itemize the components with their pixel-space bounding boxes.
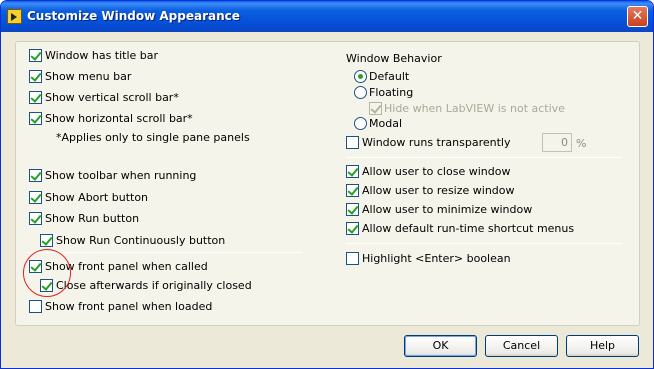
help-button[interactable]: Help — [566, 335, 639, 357]
right-separator-bottom — [346, 243, 622, 244]
close-button[interactable]: ✕ — [627, 6, 648, 27]
right-separator-top — [346, 157, 622, 158]
show-abort-label: Show Abort button — [45, 191, 149, 204]
show-toolbar-label: Show toolbar when running — [45, 169, 197, 182]
window-transparent-checkbox[interactable] — [346, 136, 359, 149]
show-vertical-scroll-label: Show vertical scroll bar* — [45, 91, 179, 104]
show-toolbar-checkbox[interactable] — [29, 169, 42, 182]
dialog-title: Customize Window Appearance — [27, 9, 240, 23]
annotation-circle — [23, 249, 71, 297]
show-front-panel-loaded-label: Show front panel when loaded — [45, 300, 213, 313]
default-radio[interactable] — [354, 70, 367, 83]
close-afterwards-label: Close afterwards if originally closed — [56, 279, 252, 292]
show-menu-bar-checkbox[interactable] — [29, 70, 42, 83]
show-run-checkbox[interactable] — [29, 212, 42, 225]
modal-label: Modal — [369, 117, 402, 130]
show-menu-bar-label: Show menu bar — [45, 70, 132, 83]
floating-label: Floating — [369, 86, 414, 99]
allow-minimize-checkbox[interactable] — [346, 203, 359, 216]
highlight-enter-checkbox[interactable] — [346, 252, 359, 265]
show-run-continuously-label: Show Run Continuously button — [56, 234, 226, 247]
allow-resize-label: Allow user to resize window — [362, 184, 515, 197]
allow-close-checkbox[interactable] — [346, 165, 359, 178]
window-has-title-bar-label: Window has title bar — [45, 49, 159, 62]
ok-button[interactable]: OK — [404, 335, 477, 357]
show-horizontal-scroll-checkbox[interactable] — [29, 112, 42, 125]
show-vertical-scroll-checkbox[interactable] — [29, 91, 42, 104]
modal-radio[interactable] — [354, 117, 367, 130]
allow-minimize-label: Allow user to minimize window — [362, 203, 533, 216]
left-separator — [26, 252, 302, 253]
show-horizontal-scroll-label: Show horizontal scroll bar* — [45, 112, 193, 125]
hide-when-inactive-checkbox[interactable] — [369, 102, 382, 115]
allow-shortcut-menus-label: Allow default run-time shortcut menus — [362, 222, 575, 235]
show-front-panel-loaded-checkbox[interactable] — [29, 300, 42, 313]
single-pane-note: *Applies only to single pane panels — [56, 131, 250, 144]
title-bar: Customize Window Appearance ✕ — [1, 1, 653, 32]
highlight-enter-label: Highlight <Enter> boolean — [362, 252, 511, 265]
labview-app-icon — [7, 9, 22, 24]
cancel-button[interactable]: Cancel — [485, 335, 558, 357]
window-has-title-bar-checkbox[interactable] — [29, 49, 42, 62]
default-label: Default — [369, 70, 410, 83]
window-behavior-heading: Window Behavior — [346, 52, 442, 65]
percent-sign: % — [576, 137, 587, 150]
customize-window-dialog: Customize Window Appearance ✕ Window has… — [0, 0, 654, 369]
hide-when-inactive-label: Hide when LabVIEW is not active — [384, 102, 565, 115]
show-abort-checkbox[interactable] — [29, 191, 42, 204]
transparency-input[interactable]: 0 — [542, 133, 572, 152]
show-run-continuously-checkbox[interactable] — [40, 234, 53, 247]
allow-resize-checkbox[interactable] — [346, 184, 359, 197]
show-run-label: Show Run button — [45, 212, 140, 225]
options-frame: Window has title bar Show menu bar Show … — [15, 41, 640, 326]
floating-radio[interactable] — [354, 86, 367, 99]
allow-close-label: Allow user to close window — [362, 165, 511, 178]
allow-shortcut-menus-checkbox[interactable] — [346, 222, 359, 235]
window-transparent-label: Window runs transparently — [362, 136, 511, 149]
